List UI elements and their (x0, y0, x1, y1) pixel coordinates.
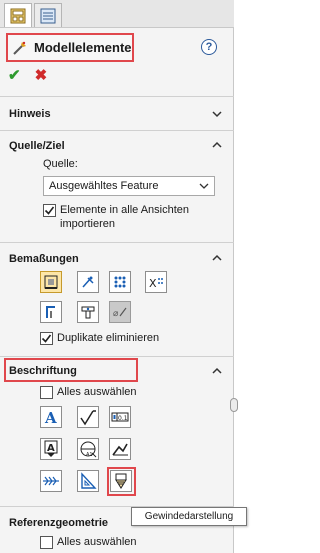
svg-text:A: A (44, 409, 57, 426)
hatch-lines-icon (43, 476, 59, 486)
hole-wizard-locations-tool[interactable] (109, 271, 131, 293)
tolerance-dimension-tool[interactable] (77, 301, 99, 323)
cosmetic-thread-icon (115, 473, 127, 489)
section-hinweis: Hinweis (0, 96, 234, 130)
cancel-button[interactable]: ✖ (35, 66, 48, 84)
note-tool[interactable]: A (40, 406, 62, 428)
diameter-dimension-icon: ⌀ (113, 307, 127, 319)
geometric-tolerance-icon: 0.1 (111, 412, 129, 422)
chevron-down-icon[interactable] (212, 109, 222, 119)
source-select[interactable]: Ausgewähltes Feature (43, 176, 215, 196)
property-manager-panel: Modellelemente ? ✔ ✖ Hinweis Quelle/Ziel… (0, 0, 234, 553)
hole-callout-tool[interactable]: X (145, 271, 167, 293)
source-select-value: Ausgewähltes Feature (49, 180, 159, 192)
section-title-bemassungen: Bemaßungen (9, 253, 79, 265)
page-title-box: Modellelemente (6, 33, 134, 62)
hole-callout-annotation-tool[interactable] (77, 470, 99, 492)
svg-text:X: X (149, 277, 157, 290)
tab-strip (0, 0, 234, 28)
tab-feature-tree[interactable] (34, 3, 62, 27)
x-dimension-icon: X (149, 277, 163, 290)
annotations-select-all-checkbox[interactable] (40, 386, 53, 399)
cosmetic-weld-tool[interactable] (40, 470, 62, 492)
datum-target-icon: A1 (80, 441, 97, 458)
weld-symbol-icon (112, 443, 128, 456)
source-label: Quelle: (43, 158, 78, 170)
chevron-up-icon[interactable] (212, 140, 222, 150)
annotations-select-all-label: Alles auswählen (57, 386, 137, 398)
surface-finish-icon (80, 410, 96, 426)
geometric-tolerance-tool[interactable]: 0.1 (109, 406, 131, 428)
section-title-beschriftung: Beschriftung (9, 365, 77, 377)
reference-select-all-label: Alles auswählen (57, 536, 137, 548)
import-all-views-checkbox[interactable] (43, 204, 56, 217)
note-icon: A (44, 409, 57, 426)
angled-dimension-icon (82, 276, 94, 288)
t-shape-icon (81, 306, 95, 319)
dimension-box-icon (44, 275, 58, 289)
list-icon (40, 8, 56, 23)
remove-duplicates-checkbox[interactable] (40, 332, 53, 345)
chevron-up-icon[interactable] (212, 253, 222, 263)
section-title-hinweis: Hinweis (9, 108, 51, 120)
tooltip: Gewindedarstellung (131, 507, 247, 526)
remove-duplicates-label: Duplikate eliminieren (57, 332, 160, 344)
hole-pattern-icon (114, 276, 126, 288)
import-all-views-label-line2: importieren (60, 218, 116, 230)
ok-button[interactable]: ✔ (8, 66, 21, 84)
section-title-referenzgeometrie: Referenzgeometrie (9, 517, 109, 529)
chevron-up-icon[interactable] (212, 366, 222, 376)
chevron-down-icon (199, 183, 209, 189)
svg-text:0.1: 0.1 (118, 415, 128, 422)
not-marked-dimension-tool[interactable] (77, 271, 99, 293)
import-all-views-label-line1: Elemente in alle Ansichten (60, 204, 190, 216)
cosmetic-thread-tool[interactable] (110, 470, 132, 492)
svg-text:A: A (47, 443, 55, 454)
model-items-icon (13, 41, 26, 55)
triangle-ruler-icon (81, 472, 97, 489)
duplicate-dimension-tool[interactable]: ⌀ (109, 301, 131, 323)
svg-text:A1: A1 (86, 452, 93, 458)
page-title: Modellelemente (34, 40, 132, 55)
property-manager-icon (10, 8, 26, 23)
weld-symbol-tool[interactable] (109, 438, 131, 460)
section-title-quelle-ziel: Quelle/Ziel (9, 140, 65, 152)
chamfer-dimension-tool[interactable] (40, 301, 62, 323)
reference-select-all-checkbox[interactable] (40, 536, 53, 549)
surface-finish-tool[interactable] (77, 406, 99, 428)
datum-target-tool[interactable]: A1 (77, 438, 99, 460)
datum-feature-icon: A (44, 440, 58, 457)
svg-text:⌀: ⌀ (113, 309, 119, 319)
datum-feature-tool[interactable]: A (40, 438, 62, 460)
help-icon[interactable]: ? (201, 39, 217, 55)
marked-for-drawing-dimension-tool[interactable] (40, 271, 62, 293)
tab-property-manager[interactable] (4, 3, 32, 27)
bracket-icon (46, 306, 55, 318)
panel-resize-handle[interactable] (230, 398, 238, 412)
